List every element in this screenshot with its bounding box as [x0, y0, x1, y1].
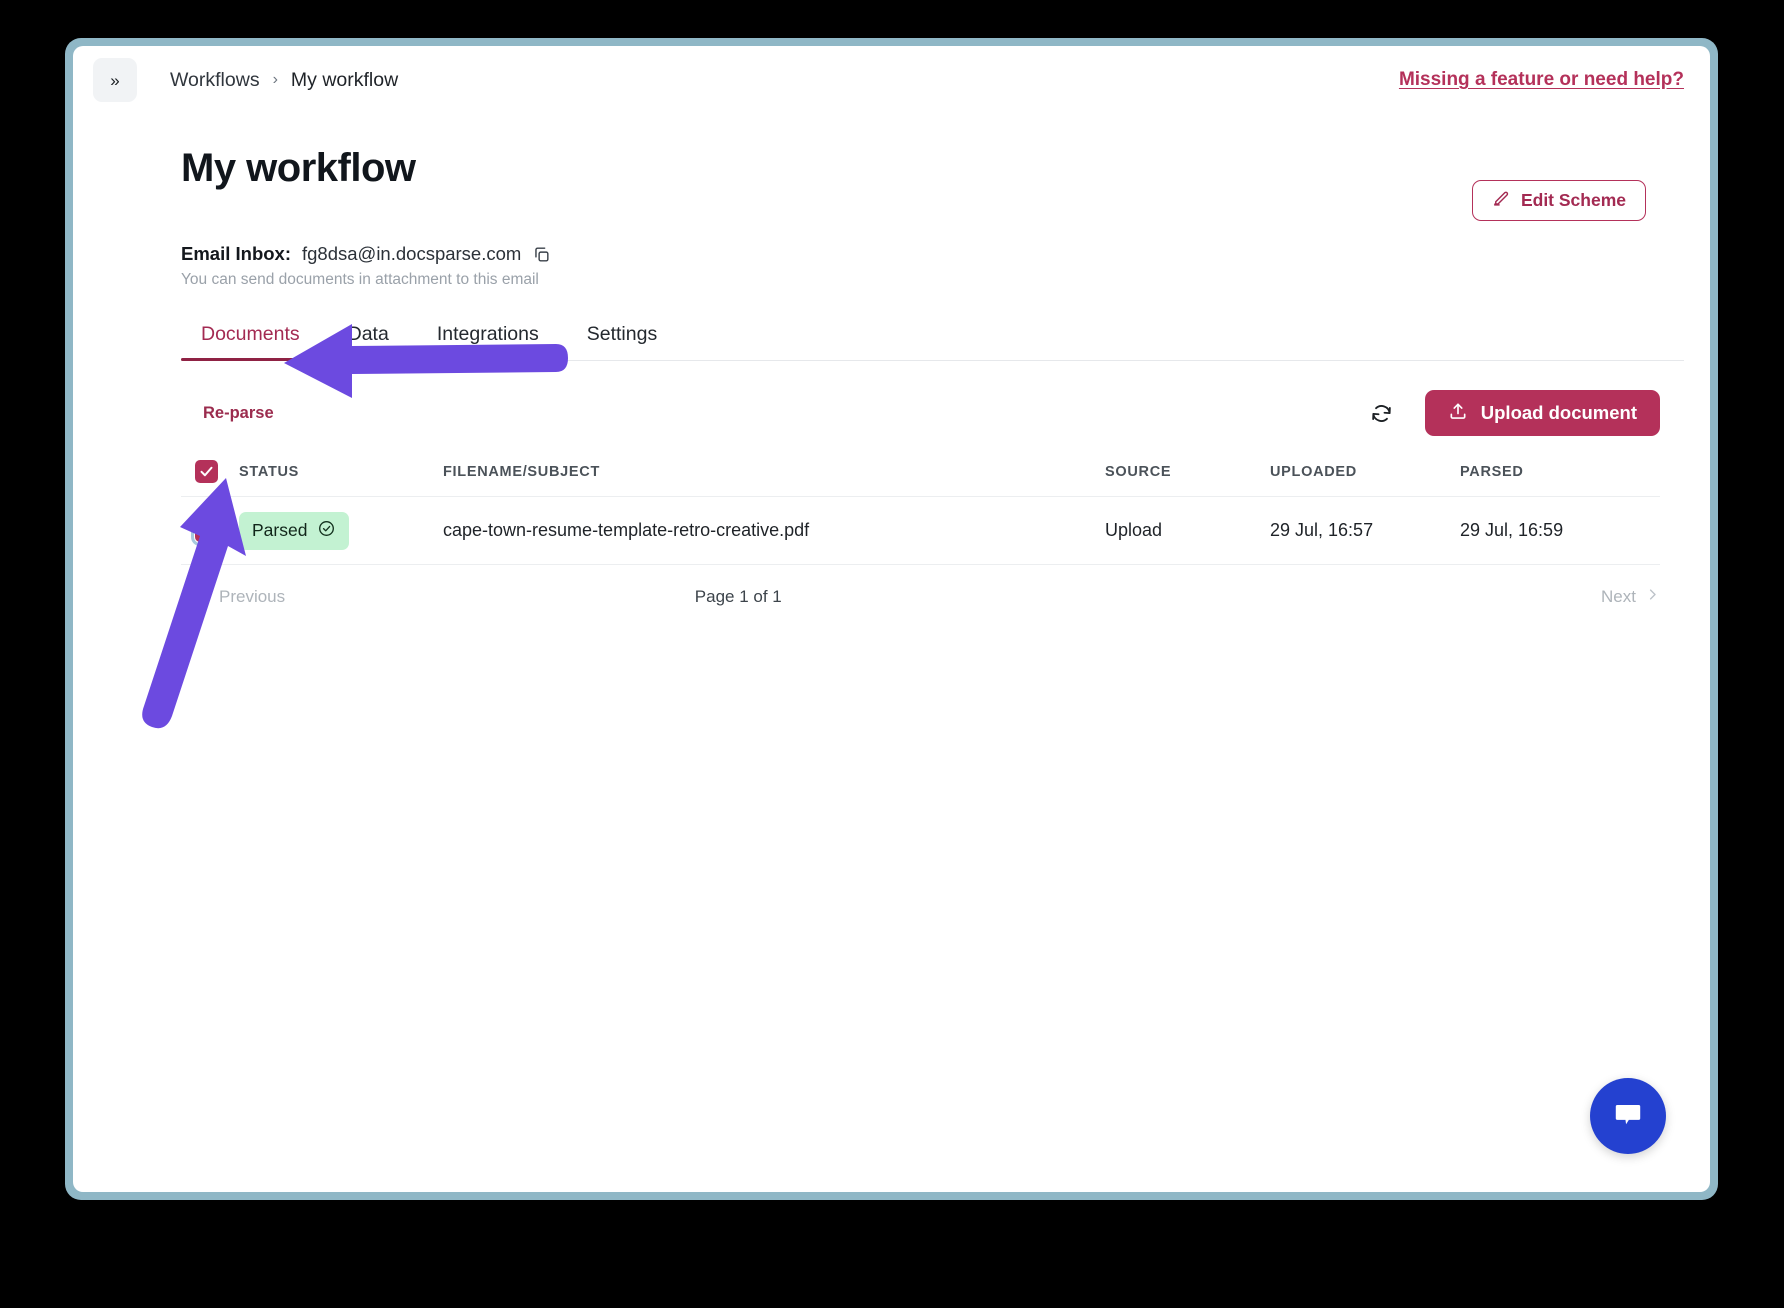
copy-icon[interactable]: [532, 245, 551, 264]
email-inbox-row: Email Inbox: fg8dsa@in.docsparse.com: [181, 243, 1684, 265]
page-header: My workflow Edit Scheme: [181, 114, 1684, 221]
documents-table: STATUS FILENAME/SUBJECT SOURCE UPLOADED …: [181, 447, 1684, 565]
upload-document-label: Upload document: [1480, 402, 1637, 423]
tab-integrations[interactable]: Integrations: [413, 323, 563, 360]
pagination-info: Page 1 of 1: [694, 587, 782, 606]
email-inbox-hint: You can send documents in attachment to …: [181, 271, 539, 288]
row-select-cell: [181, 515, 239, 546]
cell-filename[interactable]: cape-town-resume-template-retro-creative…: [439, 520, 1105, 541]
row-checkbox[interactable]: [191, 515, 222, 546]
select-all-checkbox[interactable]: [195, 460, 218, 483]
toolbar-actions: Upload document: [1365, 390, 1660, 436]
tab-data[interactable]: Data: [324, 323, 413, 360]
status-badge-label: Parsed: [252, 520, 308, 540]
table-toolbar: Re-parse Upload document: [181, 387, 1684, 439]
breadcrumb: Workflows › My workflow: [170, 69, 398, 92]
page-title: My workflow: [181, 146, 416, 190]
pagination-previous-label: Previous: [219, 587, 286, 606]
cell-parsed: 29 Jul, 16:59: [1460, 520, 1564, 540]
check-circle-icon: [317, 519, 336, 543]
screenshot-root: » Workflows › My workflow Missing a feat…: [0, 0, 1784, 1308]
page-content: My workflow Edit Scheme Email Inbox: fg8…: [73, 114, 1710, 1192]
browser-window-frame: » Workflows › My workflow Missing a feat…: [65, 38, 1718, 1200]
email-inbox-value: fg8dsa@in.docsparse.com: [302, 243, 522, 264]
pagination-next-button[interactable]: Next: [1601, 587, 1660, 607]
edit-scheme-label: Edit Scheme: [1520, 190, 1626, 210]
table-header-row: STATUS FILENAME/SUBJECT SOURCE UPLOADED …: [181, 447, 1660, 497]
chat-widget-button[interactable]: [1590, 1078, 1666, 1154]
upload-icon: [1448, 401, 1468, 426]
chevron-right-icon: [1645, 587, 1660, 607]
column-header-status[interactable]: STATUS: [239, 464, 439, 480]
pencil-icon: [1492, 189, 1510, 212]
edit-scheme-button[interactable]: Edit Scheme: [1471, 180, 1646, 221]
tab-documents[interactable]: Documents: [181, 323, 324, 362]
sidebar-collapse-toggle[interactable]: »: [93, 58, 137, 102]
pagination-previous-button[interactable]: Previous: [195, 587, 285, 607]
reparse-button[interactable]: Re-parse: [181, 404, 274, 423]
chat-bubble-icon: [1611, 1097, 1645, 1136]
app-viewport: » Workflows › My workflow Missing a feat…: [73, 46, 1710, 1192]
breadcrumb-item-workflows[interactable]: Workflows: [170, 69, 260, 92]
top-bar: » Workflows › My workflow Missing a feat…: [73, 46, 1710, 114]
status-badge: Parsed: [239, 511, 350, 550]
cell-uploaded: 29 Jul, 16:57: [1270, 520, 1374, 540]
breadcrumb-item-current: My workflow: [290, 68, 399, 91]
tab-bar: Documents Data Integrations Settings: [181, 323, 1684, 362]
column-header-parsed[interactable]: PARSED: [1460, 464, 1660, 480]
column-header-filename[interactable]: FILENAME/SUBJECT: [439, 464, 1105, 480]
help-link[interactable]: Missing a feature or need help?: [1399, 69, 1684, 91]
table-row[interactable]: Parsed cape-town-resume-template-retro-c…: [181, 497, 1660, 565]
chevron-left-icon: [195, 587, 210, 607]
tab-settings[interactable]: Settings: [563, 323, 681, 360]
email-inbox-label: Email Inbox:: [181, 243, 291, 264]
chevrons-right-icon: »: [110, 70, 120, 90]
refresh-icon[interactable]: [1365, 396, 1399, 430]
cell-source: Upload: [1105, 520, 1163, 540]
column-header-source[interactable]: SOURCE: [1105, 464, 1270, 480]
pagination-next-label: Next: [1601, 587, 1636, 606]
upload-document-button[interactable]: Upload document: [1424, 390, 1660, 436]
breadcrumb-separator-icon: ›: [272, 71, 278, 88]
column-header-uploaded[interactable]: UPLOADED: [1270, 464, 1460, 480]
pagination: Previous Page 1 of 1 Next: [181, 587, 1684, 607]
cell-status: Parsed: [239, 511, 439, 550]
select-all-cell: [181, 460, 239, 483]
